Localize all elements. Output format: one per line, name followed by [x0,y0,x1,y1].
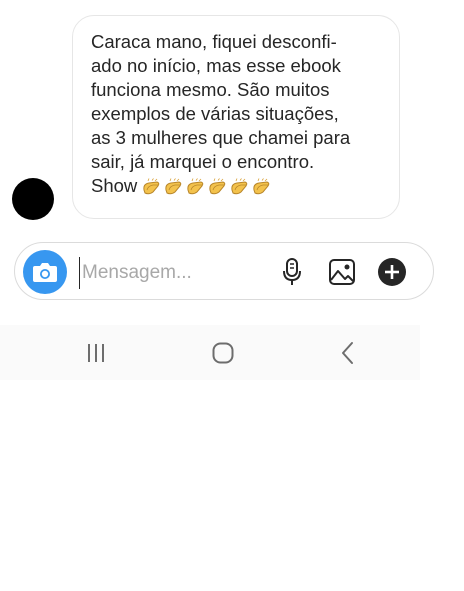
home-icon [212,342,234,364]
microphone-icon [283,258,301,285]
clapping-hands-icon [231,178,248,195]
camera-button[interactable] [23,250,67,294]
camera-icon [33,263,57,282]
emoji-group [141,178,273,202]
clapping-hands-icon [187,178,204,195]
recent-apps-icon [88,344,104,362]
gallery-button[interactable] [327,257,357,287]
clapping-hands-icon [209,178,226,195]
clapping-hands-icon [253,178,270,195]
message-composer [14,242,434,300]
plus-circle-icon [378,258,406,286]
message-text: Caraca mano, fiquei desconfi- ado no iní… [91,31,351,196]
image-icon [329,259,355,285]
microphone-button[interactable] [277,257,307,287]
avatar[interactable] [12,178,54,220]
clapping-hands-icon [165,178,182,195]
clapping-hands-icon [143,178,160,195]
system-navigation-bar [0,325,420,380]
chat-screen: Caraca mano, fiquei desconfi- ado no iní… [0,0,434,380]
message-input[interactable] [79,257,264,289]
home-button[interactable] [208,339,238,367]
recent-apps-button[interactable] [81,339,111,367]
back-icon [342,342,353,364]
back-button[interactable] [333,339,363,367]
add-button[interactable] [377,257,407,287]
message-bubble: Caraca mano, fiquei desconfi- ado no iní… [72,15,400,219]
